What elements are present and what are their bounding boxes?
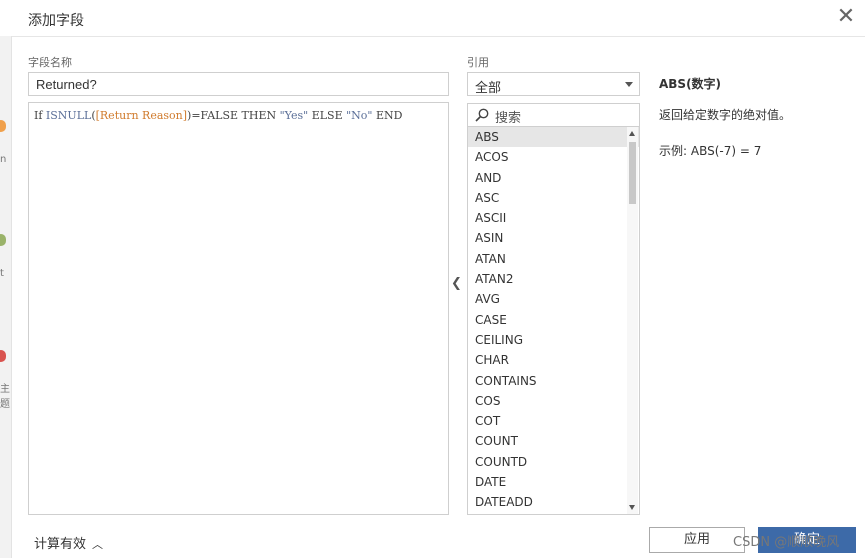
- orange-dot-icon: [0, 120, 6, 132]
- strip-label: t: [0, 268, 4, 279]
- green-dot-icon: [0, 234, 6, 246]
- function-search-input[interactable]: 搜索: [467, 103, 640, 127]
- string-token: "No": [346, 109, 373, 122]
- function-list-item[interactable]: ACOS: [468, 147, 639, 167]
- function-list-item[interactable]: AVG: [468, 289, 639, 309]
- formula-editor[interactable]: If ISNULL([Return Reason])=FALSE THEN "Y…: [28, 102, 449, 515]
- function-help-title: ABS(数字): [659, 77, 722, 91]
- function-list-item[interactable]: CEILING: [468, 330, 639, 350]
- keyword-token: END: [372, 109, 403, 122]
- function-list-item[interactable]: ASIN: [468, 228, 639, 248]
- function-list-item[interactable]: DATE: [468, 472, 639, 492]
- function-list[interactable]: ABS ACOS AND ASC ASCII ASIN ATAN ATAN2 AVG CASE CE…: [467, 126, 640, 515]
- search-icon: [475, 108, 489, 122]
- scrollbar-thumb[interactable]: [629, 142, 636, 204]
- reference-category-select[interactable]: 全部: [467, 72, 640, 96]
- reference-label: 引用: [467, 56, 489, 69]
- function-list-item[interactable]: ATAN2: [468, 269, 639, 289]
- function-list-item[interactable]: COUNTD: [468, 452, 639, 472]
- reference-category-value: 全部: [475, 81, 502, 96]
- dialog-titlebar: 添加字段 ✕: [0, 0, 865, 37]
- background-panel-strip: n t 主题: [0, 36, 12, 558]
- caret-down-icon: [625, 82, 633, 87]
- strip-label: n: [0, 154, 7, 165]
- function-help-example: 示例: ABS(-7) = 7: [659, 144, 762, 158]
- operator-token: )=FALSE THEN: [187, 109, 280, 122]
- calculation-status[interactable]: 计算有效 ︿: [34, 533, 103, 552]
- dialog-title: 添加字段: [28, 13, 84, 29]
- collapse-panel-icon[interactable]: ❮: [451, 276, 462, 291]
- field-name-input[interactable]: [28, 72, 449, 96]
- close-icon[interactable]: ✕: [835, 6, 857, 28]
- function-list-item[interactable]: CHAR: [468, 350, 639, 370]
- scroll-up-icon[interactable]: [629, 131, 635, 136]
- red-dot-icon: [0, 350, 6, 362]
- apply-button[interactable]: 应用: [649, 527, 745, 553]
- field-name-label: 字段名称: [28, 56, 72, 69]
- function-list-item[interactable]: CASE: [468, 310, 639, 330]
- calculation-status-label: 计算有效: [34, 537, 87, 552]
- function-list-item[interactable]: COT: [468, 411, 639, 431]
- keyword-token: ELSE: [308, 109, 347, 122]
- string-token: "Yes": [279, 109, 309, 122]
- scroll-down-icon[interactable]: [629, 505, 635, 510]
- function-list-item[interactable]: ASC: [468, 188, 639, 208]
- function-list-item[interactable]: DATEADD: [468, 492, 639, 512]
- field-reference-token: [Return Reason]: [95, 109, 188, 122]
- strip-label: 主题: [0, 384, 10, 410]
- keyword-token: If: [34, 109, 43, 122]
- function-list-item[interactable]: CONTAINS: [468, 371, 639, 391]
- function-token: ISNULL: [45, 109, 92, 122]
- chevron-up-icon: ︿: [92, 538, 104, 551]
- function-list-item[interactable]: ATAN: [468, 249, 639, 269]
- function-list-item[interactable]: COUNT: [468, 431, 639, 451]
- function-list-item[interactable]: ASCII: [468, 208, 639, 228]
- ok-button[interactable]: 确定: [758, 527, 856, 553]
- function-list-item[interactable]: ABS: [468, 127, 639, 148]
- function-help-description: 返回给定数字的绝对值。: [659, 108, 792, 122]
- function-list-item[interactable]: AND: [468, 168, 639, 188]
- function-list-scrollbar[interactable]: [627, 127, 638, 514]
- function-list-item[interactable]: COS: [468, 391, 639, 411]
